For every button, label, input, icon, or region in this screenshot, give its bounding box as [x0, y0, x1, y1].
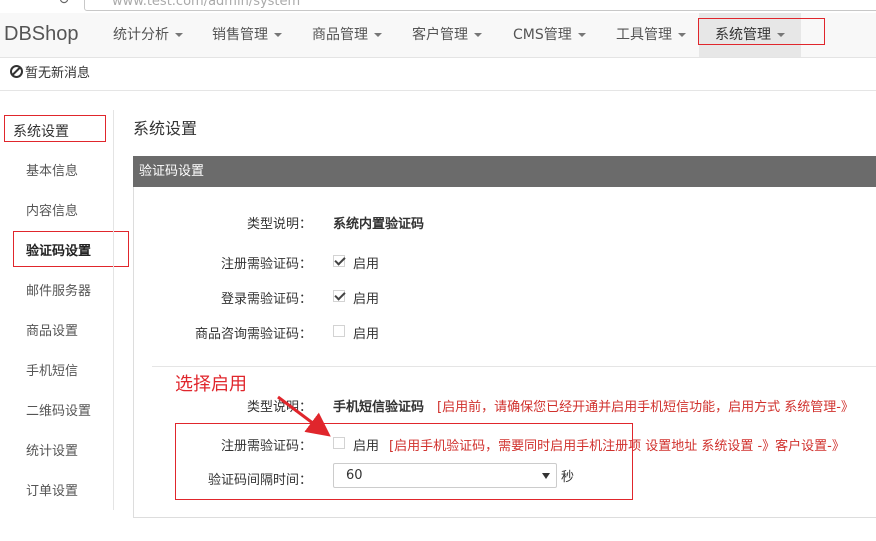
annotation-arrow-icon: [277, 395, 331, 437]
